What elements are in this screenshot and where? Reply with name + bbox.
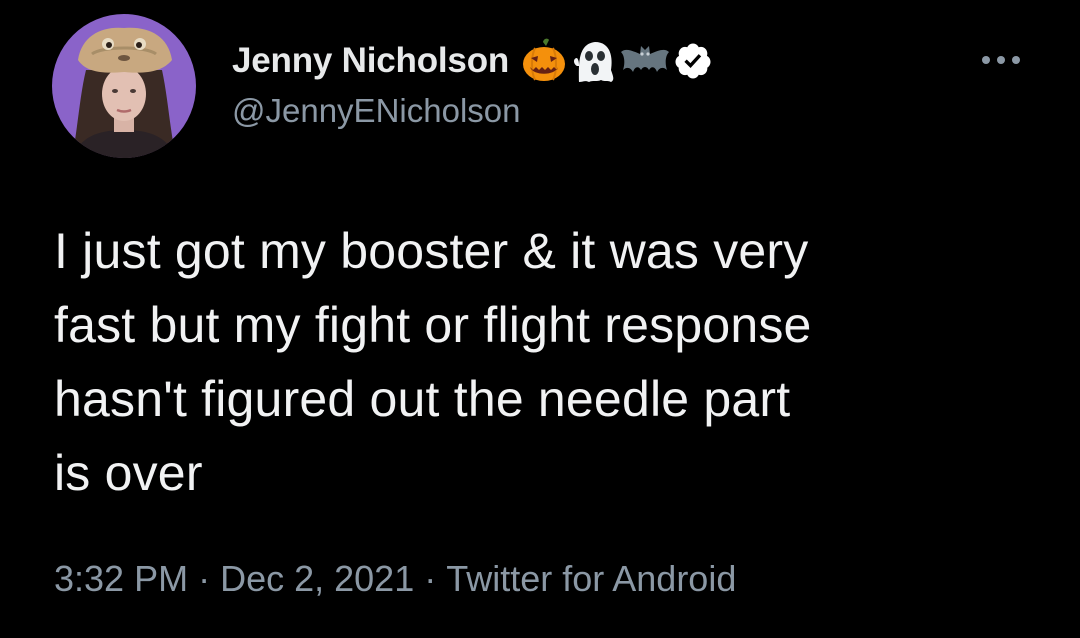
tweet-text-line: I just got my booster & it was very: [54, 223, 809, 279]
tweet-metadata: 3:32 PM · Dec 2, 2021 · Twitter for Android: [54, 558, 736, 600]
ghost-icon: [574, 42, 614, 82]
verified-badge-icon[interactable]: [673, 41, 713, 81]
more-options-icon[interactable]: [976, 48, 1026, 72]
name-emojis: [519, 36, 715, 86]
display-name[interactable]: Jenny Nicholson: [232, 41, 509, 81]
tweet-card: Jenny Nicholson @JennyENicholson I just …: [0, 0, 1080, 638]
avatar-image: [52, 14, 196, 158]
tweet-source[interactable]: Twitter for Android: [446, 558, 736, 599]
avatar[interactable]: [52, 14, 196, 158]
user-handle[interactable]: @JennyENicholson: [232, 92, 520, 130]
tweet-text-line: fast but my fight or flight response: [54, 297, 812, 353]
tweet-text-line: is over: [54, 445, 203, 501]
meta-separator: ·: [424, 558, 437, 599]
tweet-date[interactable]: Dec 2, 2021: [220, 558, 414, 599]
tweet-time[interactable]: 3:32 PM: [54, 558, 188, 599]
bat-icon: [621, 46, 670, 72]
meta-separator: ·: [198, 558, 211, 599]
tweet-text: I just got my booster & it was very fast…: [54, 214, 1044, 510]
tweet-text-line: hasn't figured out the needle part: [54, 371, 791, 427]
author-info[interactable]: Jenny Nicholson: [232, 36, 715, 86]
jack-o-lantern-icon: [523, 38, 566, 81]
